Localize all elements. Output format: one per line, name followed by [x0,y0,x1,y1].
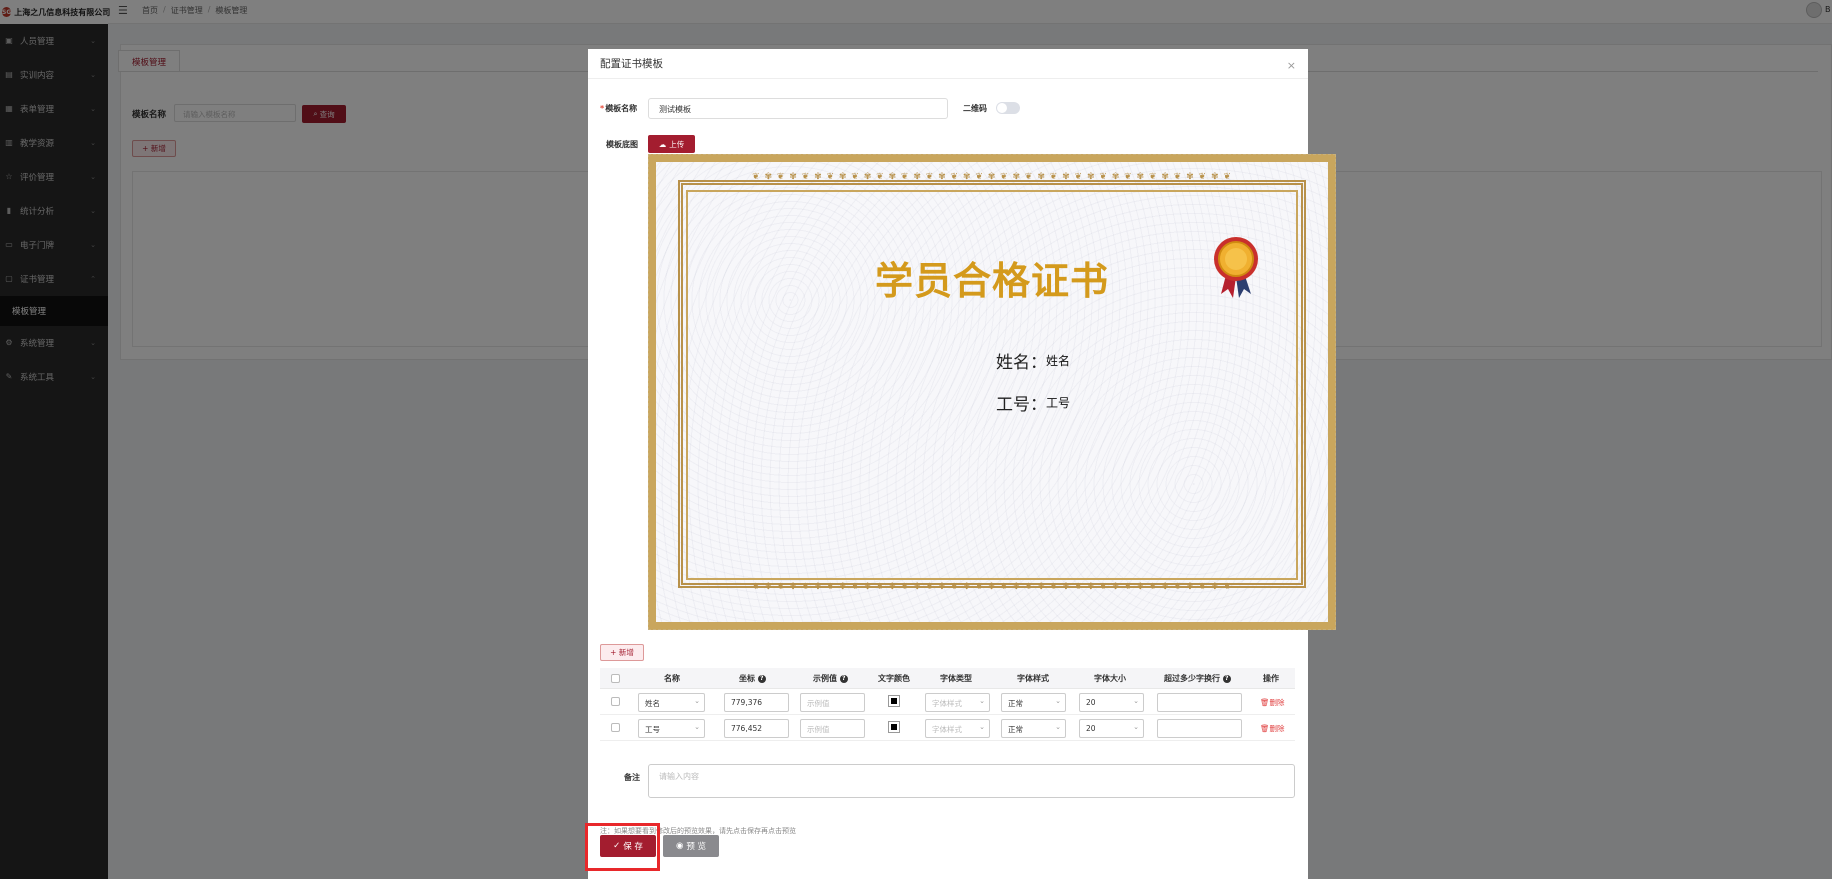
delete-row-button[interactable]: 🗑删除 [1260,723,1285,734]
text-color-picker[interactable] [888,695,900,707]
qrcode-label: 二维码 [963,104,987,113]
dialog-title: 配置证书模板 [600,58,663,70]
award-seal-icon [1214,237,1258,298]
preview-button-label: 预 览 [686,842,707,852]
font-size-select[interactable]: 20 ⌄ [1079,719,1144,738]
header-sample-text: 示例值 [813,674,837,683]
font-style-select[interactable]: 正常 ⌄ [1001,693,1066,712]
template-image-label: 模板底图 [606,140,638,149]
certificate-id-value: 工号 [1046,396,1071,410]
font-style-value: 正常 [1008,699,1023,708]
header-action: 操作 [1263,674,1279,683]
template-name-label-text: 模板名称 [605,104,638,113]
trash-icon: 🗑 [1260,724,1270,733]
help-icon[interactable]: ? [757,674,766,683]
text-color-picker[interactable] [888,721,900,733]
font-type-placeholder: 字体样式 [932,699,962,708]
delete-row-button[interactable]: 🗑删除 [1260,697,1285,708]
cloud-upload-icon: ☁ [658,139,667,149]
header-wrap-text: 超过多少字换行 [1164,674,1220,683]
template-name-input[interactable]: 测试模板 [648,98,948,119]
field-name-value: 工号 [645,725,660,734]
delete-label: 删除 [1269,724,1285,733]
qrcode-toggle[interactable] [996,102,1020,114]
help-icon[interactable]: ? [1222,674,1231,683]
table-row: 工号 ⌄ 776,452 示例值 字体样式 ⌄ 正常 ⌄ 20 ⌄ 🗑删除 [600,715,1295,741]
upload-button[interactable]: ☁ 上传 [648,135,695,153]
field-table: 名称 坐标 ? 示例值 ? 文字颜色 字体类型 字体样式 字体大小 超过多少字换… [600,668,1295,741]
certificate-background: ❦ ✾ ❦ ✾ ❦ ✾ ❦ ✾ ❦ ✾ ❦ ✾ ❦ ✾ ❦ ✾ ❦ ✾ ❦ ✾ … [656,162,1328,622]
header-name: 名称 [664,674,680,683]
chevron-down-icon: ⌄ [979,697,985,705]
chevron-down-icon: ⌄ [979,723,985,731]
header-wrap: 超过多少字换行 ? [1164,673,1231,684]
header-font-type: 字体类型 [940,674,972,683]
certificate-ornament-bottom: ❦ ✾ ❦ ✾ ❦ ✾ ❦ ✾ ❦ ✾ ❦ ✾ ❦ ✾ ❦ ✾ ❦ ✾ ❦ ✾ … [752,582,1232,592]
certificate-frame-inner [686,190,1298,580]
color-swatch [891,724,897,730]
remark-textarea[interactable]: 请输入内容 [648,764,1295,798]
font-size-value: 20 [1086,724,1096,733]
wrap-input[interactable] [1157,719,1242,738]
remark-label: 备注 [624,773,640,782]
header-font-size: 字体大小 [1094,674,1126,683]
font-style-select[interactable]: 正常 ⌄ [1001,719,1066,738]
chevron-down-icon: ⌄ [694,723,700,731]
header-coord-text: 坐标 [739,674,755,683]
table-row: 姓名 ⌄ 779,376 示例值 字体样式 ⌄ 正常 ⌄ 20 ⌄ 🗑删除 [600,689,1295,715]
coord-input[interactable]: 779,376 [724,693,789,712]
certificate-name-label: 姓名： [996,353,1047,373]
close-icon[interactable]: × [1287,59,1296,72]
font-type-select[interactable]: 字体样式 ⌄ [925,693,990,712]
required-mark: * [600,104,605,113]
font-size-value: 20 [1086,698,1096,707]
preview-button[interactable]: ◉ 预 览 [663,835,719,857]
trash-icon: 🗑 [1260,698,1270,707]
config-template-dialog: 配置证书模板 × *模板名称 测试模板 二维码 模板底图 ☁ 上传 ❦ ✾ ❦ ✾… [588,49,1336,879]
certificate-preview: ❦ ✾ ❦ ✾ ❦ ✾ ❦ ✾ ❦ ✾ ❦ ✾ ❦ ✾ ❦ ✾ ❦ ✾ ❦ ✾ … [648,154,1336,630]
field-name-select[interactable]: 姓名 ⌄ [638,693,705,712]
header-sample: 示例值 ? [813,673,848,684]
save-highlight-box [585,823,660,871]
chevron-down-icon: ⌄ [694,697,700,705]
chevron-down-icon: ⌄ [1133,697,1139,705]
certificate-id-label: 工号： [996,395,1047,415]
template-name-label: *模板名称 [600,103,637,114]
dialog-header: 配置证书模板 × [588,49,1308,79]
chevron-down-icon: ⌄ [1133,723,1139,731]
field-name-select[interactable]: 工号 ⌄ [638,719,705,738]
sample-input[interactable]: 示例值 [800,693,865,712]
chevron-down-icon: ⌄ [1055,723,1061,731]
sample-input[interactable]: 示例值 [800,719,865,738]
table-header: 名称 坐标 ? 示例值 ? 文字颜色 字体类型 字体样式 字体大小 超过多少字换… [600,668,1295,689]
wrap-input[interactable] [1157,693,1242,712]
row-checkbox[interactable] [611,723,620,732]
coord-input[interactable]: 776,452 [724,719,789,738]
eye-icon: ◉ [675,841,684,851]
font-type-placeholder: 字体样式 [932,725,962,734]
header-color: 文字颜色 [878,674,910,683]
chevron-down-icon: ⌄ [1055,697,1061,705]
upload-button-label: 上传 [669,139,685,149]
header-coord: 坐标 ? [739,673,766,684]
select-all-checkbox[interactable] [611,674,620,683]
field-name-value: 姓名 [645,699,660,708]
header-font-style: 字体样式 [1017,674,1049,683]
font-style-value: 正常 [1008,725,1023,734]
add-field-button[interactable]: + 新增 [600,644,644,661]
color-swatch [891,698,897,704]
delete-label: 删除 [1269,698,1285,707]
font-size-select[interactable]: 20 ⌄ [1079,693,1144,712]
certificate-name-value: 姓名 [1046,354,1071,368]
help-icon[interactable]: ? [839,674,848,683]
row-checkbox[interactable] [611,697,620,706]
font-type-select[interactable]: 字体样式 ⌄ [925,719,990,738]
